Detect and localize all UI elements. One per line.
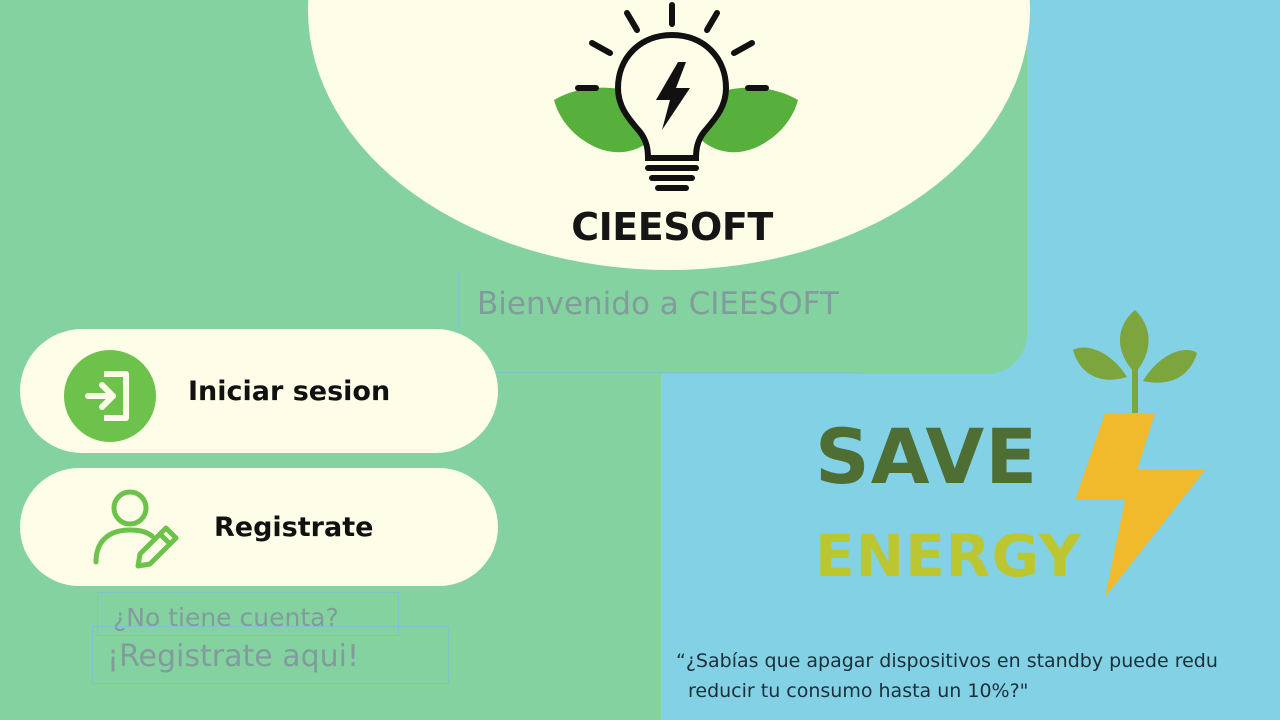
login-button[interactable]: Iniciar sesion (20, 329, 498, 453)
user-edit-icon (93, 489, 179, 569)
tip-line-2: reducir tu consumo hasta un 10%?" (688, 680, 1029, 702)
brand-name: CIEESOFT (571, 205, 773, 249)
energy-tip: “¿Sabías que apagar dispositivos en stan… (676, 646, 1264, 716)
login-label: Iniciar sesion (188, 376, 391, 407)
tip-line-1: “¿Sabías que apagar dispositivos en stan… (676, 650, 1218, 672)
app-window: CIEESOFT Bienvenido a CIEESOFT Iniciar s… (0, 0, 1280, 720)
register-link[interactable]: ¡Registrate aqui! (92, 626, 449, 684)
register-button[interactable]: Registrate (20, 468, 498, 586)
register-label: Registrate (214, 512, 374, 543)
sign-in-icon (64, 350, 156, 442)
save-word: SAVE (815, 412, 1039, 501)
register-link-text: ¡Registrate aqui! (107, 639, 360, 674)
lightbulb-leaf-logo-icon (554, 2, 798, 191)
energy-word: ENERGY (815, 522, 1082, 590)
welcome-title: Bienvenido a CIEESOFT (477, 286, 839, 322)
